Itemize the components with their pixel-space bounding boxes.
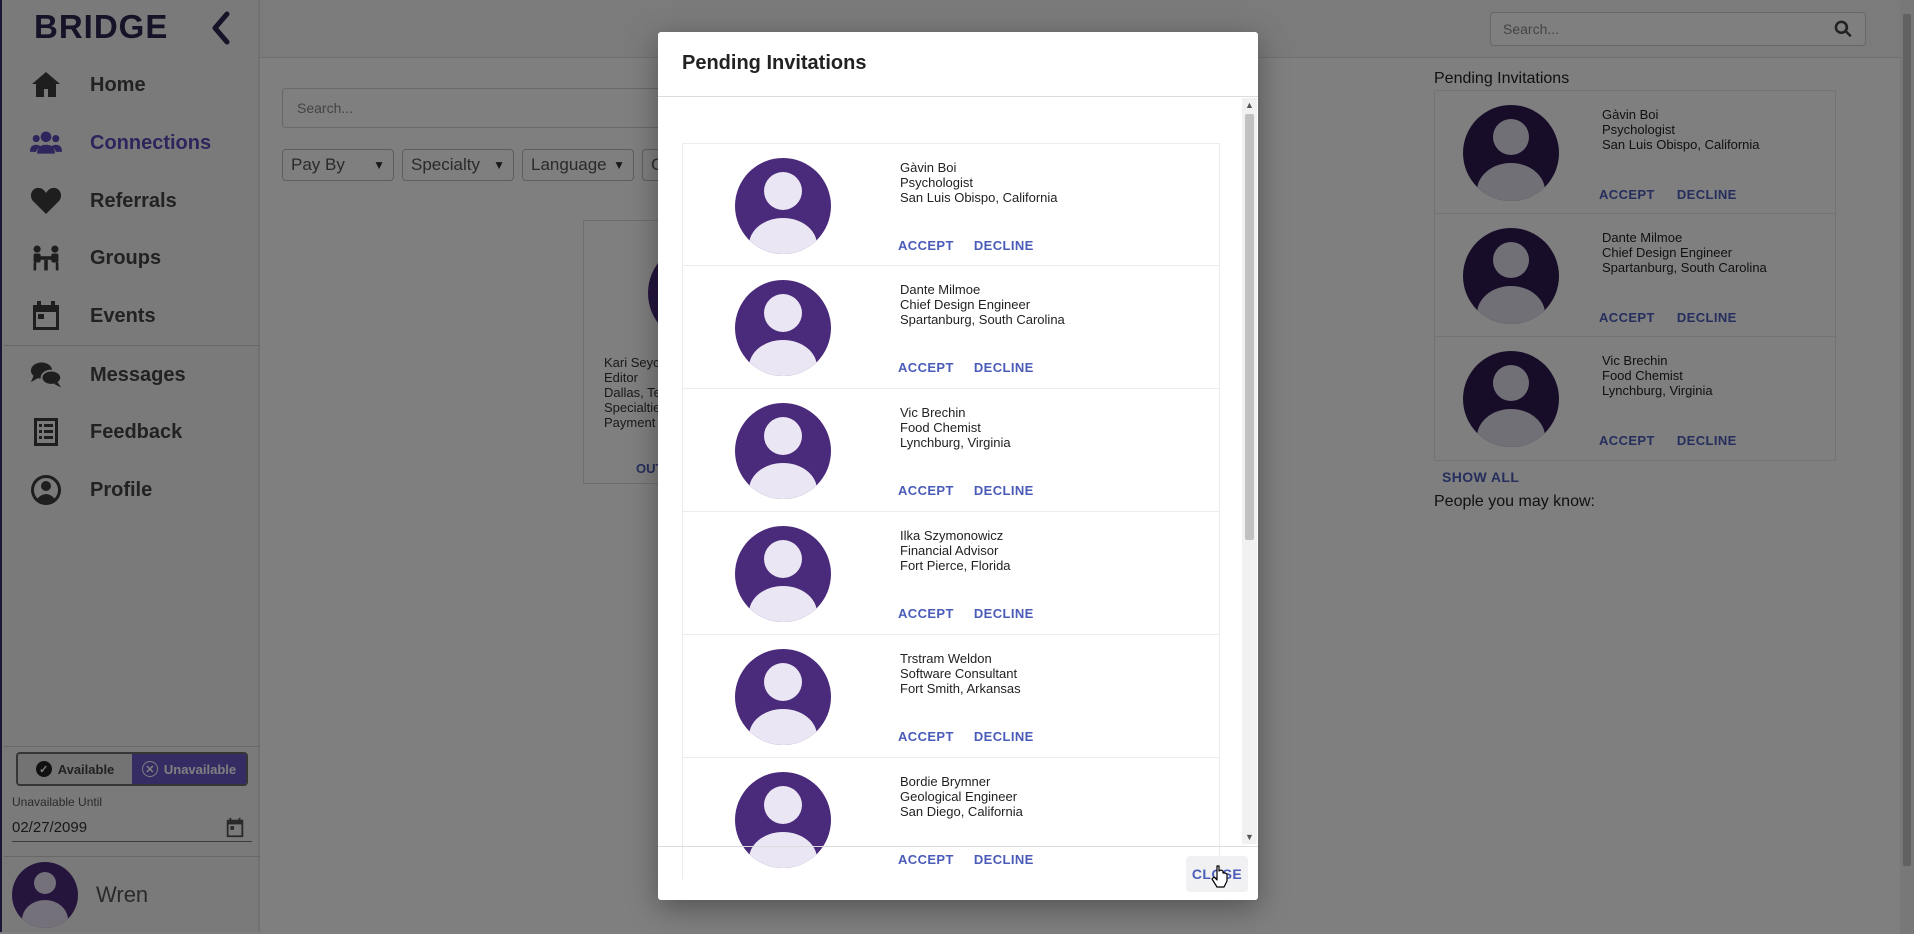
invitee-location: San Diego, California xyxy=(900,804,1023,819)
avatar xyxy=(735,526,831,622)
invitation-info: Bordie Brymner Geological Engineer San D… xyxy=(900,774,1023,819)
invitee-name: Dante Milmoe xyxy=(900,282,981,297)
invitee-name: Ilka Szymonowicz xyxy=(900,528,1004,543)
invitee-title: Food Chemist xyxy=(900,420,981,435)
list-item: Gàvin Boi Psychologist San Luis Obispo, … xyxy=(682,143,1220,266)
invitee-location: Spartanburg, South Carolina xyxy=(900,312,1065,327)
decline-button[interactable]: DECLINE xyxy=(974,483,1034,498)
accept-button[interactable]: ACCEPT xyxy=(898,606,954,621)
scrollbar-thumb[interactable] xyxy=(1245,114,1254,540)
dialog-content: Gàvin Boi Psychologist San Luis Obispo, … xyxy=(658,97,1258,879)
scroll-down-arrow-icon[interactable]: ▼ xyxy=(1242,830,1257,844)
list-item: Bordie Brymner Geological Engineer San D… xyxy=(682,758,1220,879)
avatar xyxy=(735,158,831,254)
decline-button[interactable]: DECLINE xyxy=(974,238,1034,253)
avatar xyxy=(735,280,831,376)
invitee-title: Geological Engineer xyxy=(900,789,1018,804)
invitee-name: Vic Brechin xyxy=(900,405,966,420)
avatar xyxy=(735,649,831,745)
list-item: Ilka Szymonowicz Financial Advisor Fort … xyxy=(682,512,1220,635)
accept-button[interactable]: ACCEPT xyxy=(898,238,954,253)
dialog-scrollbar[interactable]: ▲ ▼ xyxy=(1242,98,1257,844)
dialog-divider xyxy=(658,846,1258,847)
invitee-location: Fort Smith, Arkansas xyxy=(900,681,1021,696)
accept-button[interactable]: ACCEPT xyxy=(898,483,954,498)
accept-button[interactable]: ACCEPT xyxy=(898,360,954,375)
invitee-title: Chief Design Engineer xyxy=(900,297,1031,312)
accept-button[interactable]: ACCEPT xyxy=(898,729,954,744)
mouse-cursor-icon xyxy=(1211,865,1228,888)
list-item: Trstram Weldon Software Consultant Fort … xyxy=(682,635,1220,758)
invitation-info: Gàvin Boi Psychologist San Luis Obispo, … xyxy=(900,160,1058,205)
invitee-location: Fort Pierce, Florida xyxy=(900,558,1011,573)
decline-button[interactable]: DECLINE xyxy=(974,852,1034,867)
invitee-title: Financial Advisor xyxy=(900,543,999,558)
dialog-title: Pending Invitations xyxy=(682,52,867,74)
invitee-location: Lynchburg, Virginia xyxy=(900,435,1011,450)
invitee-title: Psychologist xyxy=(900,175,973,190)
list-item: Vic Brechin Food Chemist Lynchburg, Virg… xyxy=(682,389,1220,512)
invitation-info: Ilka Szymonowicz Financial Advisor Fort … xyxy=(900,528,1011,573)
invitation-info: Dante Milmoe Chief Design Engineer Spart… xyxy=(900,282,1065,327)
invitee-name: Gàvin Boi xyxy=(900,160,957,175)
invitee-name: Bordie Brymner xyxy=(900,774,991,789)
invitee-name: Trstram Weldon xyxy=(900,651,992,666)
invitation-info: Trstram Weldon Software Consultant Fort … xyxy=(900,651,1021,696)
scroll-up-arrow-icon[interactable]: ▲ xyxy=(1242,98,1257,112)
list-item: Dante Milmoe Chief Design Engineer Spart… xyxy=(682,266,1220,389)
invitation-info: Vic Brechin Food Chemist Lynchburg, Virg… xyxy=(900,405,1011,450)
decline-button[interactable]: DECLINE xyxy=(974,360,1034,375)
avatar xyxy=(735,772,831,868)
invitee-title: Software Consultant xyxy=(900,666,1018,681)
avatar xyxy=(735,403,831,499)
pending-invitations-dialog: Pending Invitations Gàvin Boi Psychologi… xyxy=(658,32,1258,900)
invitee-location: San Luis Obispo, California xyxy=(900,190,1058,205)
decline-button[interactable]: DECLINE xyxy=(974,606,1034,621)
accept-button[interactable]: ACCEPT xyxy=(898,852,954,867)
decline-button[interactable]: DECLINE xyxy=(974,729,1034,744)
invitation-list: Gàvin Boi Psychologist San Luis Obispo, … xyxy=(682,143,1220,879)
